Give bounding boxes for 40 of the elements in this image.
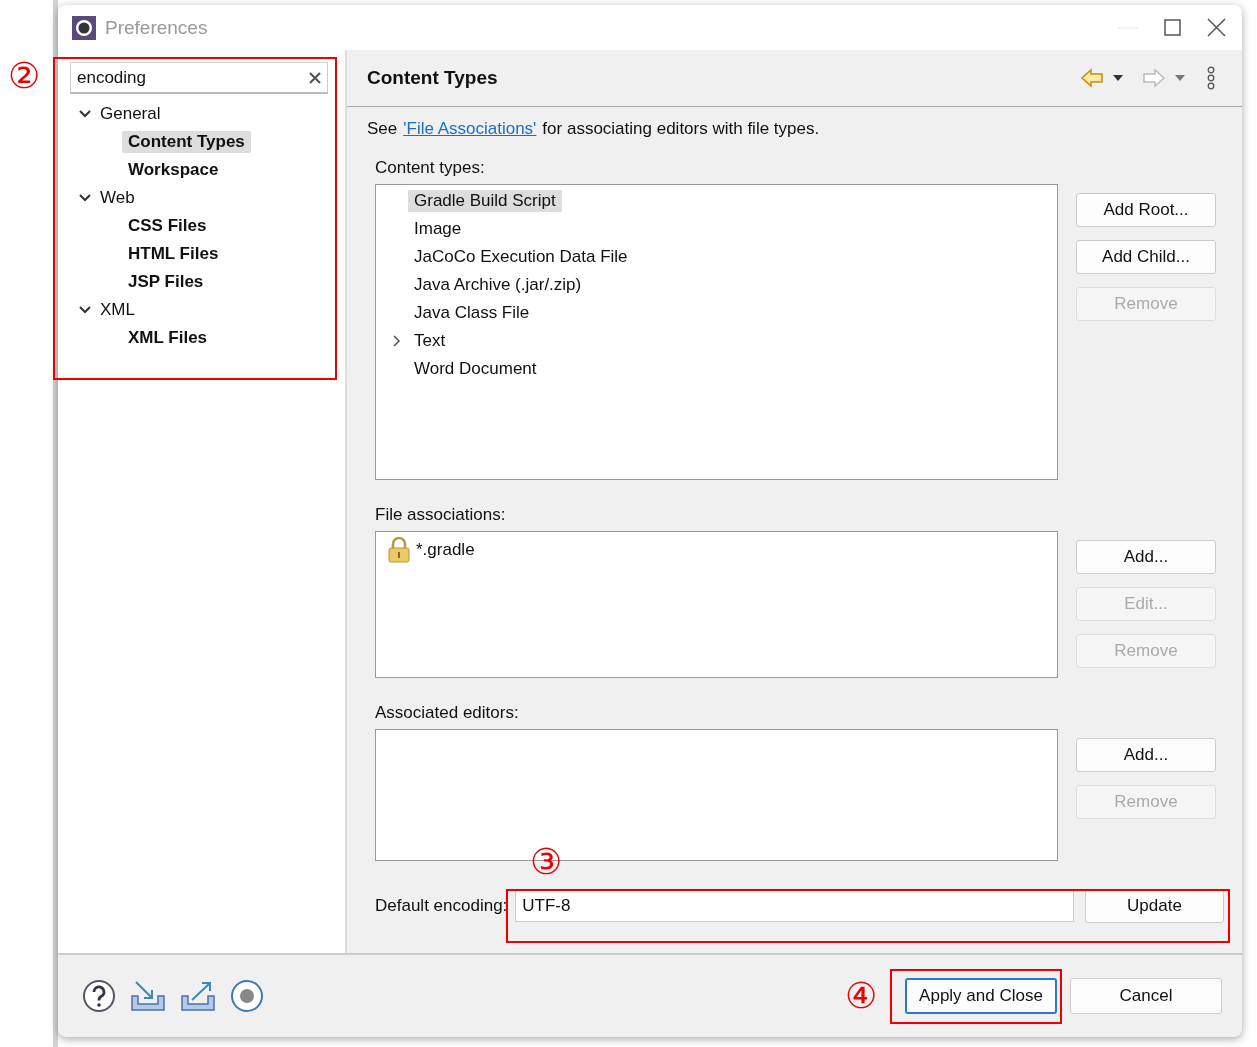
button[interactable]: Add Child... [1076, 240, 1216, 274]
section-label: Content types: [375, 157, 486, 179]
content-types-list[interactable]: Gradle Build Script Image JaCoCo Execution Data File Java Archive (.jar/.zip) Java Class File Text Word Document [375, 184, 1058, 480]
default-encoding-label: Default encoding: [375, 896, 508, 916]
intro-text: See [367, 118, 398, 140]
tree-item[interactable]: XML [100, 300, 135, 320]
page-title: Content Types [367, 67, 498, 89]
file-associations-link[interactable]: 'File Associations' [403, 117, 537, 141]
tree-item[interactable]: CSS Files [122, 215, 213, 237]
update-button[interactable]: Update [1085, 889, 1224, 923]
button[interactable]: Add... [1076, 738, 1216, 772]
step-number: ② [8, 56, 41, 96]
list-item[interactable]: Text [408, 330, 452, 352]
tree-item[interactable]: General [100, 104, 161, 124]
encoding-input-field[interactable]: UTF-8 [515, 890, 1074, 922]
tree-item[interactable]: Web [100, 188, 135, 208]
tree-item[interactable]: HTML Files [122, 243, 225, 265]
window-title: Preferences [105, 16, 208, 39]
list-item[interactable]: Gradle Build Script [408, 190, 562, 212]
list-item[interactable]: *.gradle [414, 539, 481, 561]
button[interactable]: Add... [1076, 540, 1216, 574]
step-number: ④ [845, 976, 878, 1016]
tree-item[interactable]: Content Types [122, 131, 251, 153]
step-number: ③ [530, 842, 563, 882]
section-label: File associations: [375, 504, 507, 526]
tree-item[interactable]: JSP Files [122, 271, 210, 293]
intro-text: for associating editors with file types. [542, 118, 820, 140]
section-label: Associated editors: [375, 702, 520, 724]
file-associations-list[interactable]: *.gradle [375, 531, 1058, 678]
tree-item[interactable]: Workspace [122, 159, 225, 181]
list-item[interactable]: Word Document [408, 358, 543, 380]
dialog-button[interactable]: Apply and Close [905, 978, 1057, 1014]
list-item[interactable]: JaCoCo Execution Data File [408, 246, 634, 268]
tree-item[interactable]: XML Files [122, 327, 214, 349]
search-field[interactable]: encoding [70, 62, 328, 94]
list-item[interactable]: Java Archive (.jar/.zip) [408, 274, 588, 296]
list-item[interactable]: Java Class File [408, 302, 536, 324]
list-item[interactable]: Image [408, 218, 468, 240]
dialog-button[interactable]: Cancel [1070, 978, 1222, 1014]
button[interactable]: Add Root... [1076, 193, 1216, 227]
